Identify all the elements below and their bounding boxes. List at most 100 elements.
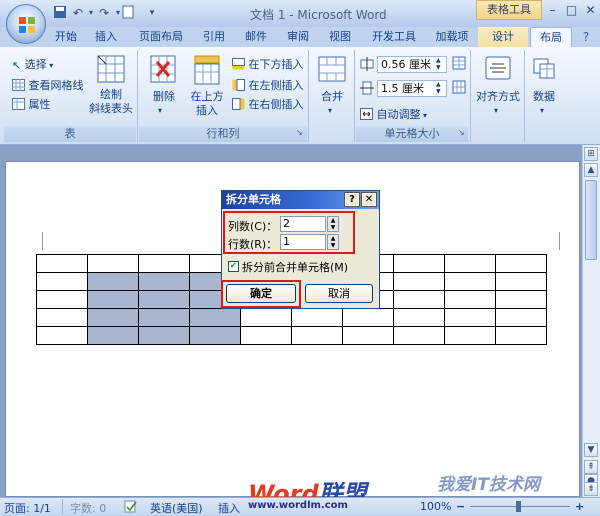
ok-button[interactable]: 确定 bbox=[226, 284, 296, 303]
rows-label: 行数(R)： bbox=[228, 238, 278, 251]
status-insert-mode[interactable]: 插入 bbox=[218, 500, 240, 516]
rows-input[interactable]: 1 bbox=[280, 234, 326, 250]
context-table-tools: 表格工具 bbox=[476, 0, 542, 20]
tab-developer[interactable]: 开发工具 bbox=[366, 27, 422, 47]
delete-table-icon[interactable] bbox=[149, 54, 177, 86]
tab-insert[interactable]: 插入 bbox=[90, 27, 122, 47]
zoom-out-icon[interactable]: − bbox=[456, 500, 465, 513]
office-button[interactable] bbox=[6, 4, 46, 44]
delete-dropdown-icon[interactable]: ▾ bbox=[158, 106, 162, 115]
tab-page-layout[interactable]: 页面布局 bbox=[134, 27, 188, 47]
help-icon[interactable]: ? bbox=[578, 30, 594, 44]
alignment-dropdown-icon[interactable]: ▾ bbox=[494, 106, 498, 115]
scroll-up-icon[interactable]: ▲ bbox=[584, 163, 598, 177]
insert-above-button[interactable]: 在上方 插入 bbox=[186, 90, 228, 118]
merge-dropdown-icon[interactable]: ▾ bbox=[328, 106, 332, 115]
proofing-icon[interactable] bbox=[124, 500, 138, 513]
insert-below-icon bbox=[232, 57, 245, 73]
zoom-in-icon[interactable]: + bbox=[575, 500, 584, 513]
group-separator bbox=[137, 50, 138, 142]
group-label-table: 表 bbox=[4, 126, 136, 142]
group-label-cell-size: 单元格大小 bbox=[356, 126, 468, 142]
tab-view[interactable]: 视图 bbox=[324, 27, 356, 47]
save-icon[interactable] bbox=[52, 5, 68, 21]
merge-before-split-checkbox[interactable]: ✔ bbox=[228, 261, 239, 272]
row-height-spinner-icon[interactable]: ▲ ▼ bbox=[436, 57, 441, 71]
scroll-thumb[interactable] bbox=[585, 180, 597, 260]
new-document-icon[interactable] bbox=[120, 5, 136, 21]
dialog-launcher-icon[interactable]: ↘ bbox=[296, 128, 303, 137]
status-divider bbox=[62, 499, 63, 514]
merge-before-split-label: 拆分前合并单元格(M) bbox=[242, 261, 349, 274]
distribute-rows-icon[interactable] bbox=[452, 56, 466, 70]
draw-diagonal-label[interactable]: 绘制 斜线表头 bbox=[88, 88, 134, 116]
column-width-spinner-icon[interactable]: ▲ ▼ bbox=[436, 81, 441, 95]
autofit-button[interactable]: 自动调整 ▾ bbox=[360, 106, 427, 123]
table-row bbox=[36, 326, 547, 345]
view-gridlines-button[interactable]: 查看网格线 bbox=[12, 77, 84, 94]
insert-left-icon bbox=[232, 78, 245, 94]
distribute-columns-icon[interactable] bbox=[452, 80, 466, 94]
cancel-button[interactable]: 取消 bbox=[305, 284, 373, 303]
tab-home[interactable]: 开始 bbox=[50, 27, 82, 47]
alignment-button[interactable]: 对齐方式 bbox=[474, 90, 522, 104]
tab-mailings[interactable]: 邮件 bbox=[240, 27, 272, 47]
insert-right-icon bbox=[232, 97, 245, 113]
draw-diagonal-icon[interactable] bbox=[97, 55, 125, 83]
insert-below-button[interactable]: 在下方插入 bbox=[232, 56, 304, 73]
group-separator bbox=[354, 50, 355, 142]
tab-layout[interactable]: 布局 bbox=[530, 27, 572, 47]
delete-button[interactable]: 删除 bbox=[145, 90, 183, 104]
dialog-close-button[interactable]: ✕ bbox=[361, 192, 377, 207]
watermark-right-brand: 我爱IT技术网 bbox=[437, 475, 540, 495]
alignment-icon[interactable] bbox=[485, 56, 511, 80]
table-row bbox=[36, 308, 547, 327]
columns-label: 列数(C)： bbox=[228, 220, 278, 233]
tab-add-ins[interactable]: 加载项 bbox=[430, 27, 474, 47]
select-button[interactable]: ↖ 选择 ▾ bbox=[12, 56, 53, 72]
cell-size-launcher-icon[interactable]: ↘ bbox=[458, 128, 465, 137]
tab-references[interactable]: 引用 bbox=[198, 27, 230, 47]
status-words[interactable]: 字数: 0 bbox=[70, 500, 106, 516]
insert-above-icon[interactable] bbox=[193, 54, 221, 86]
insert-right-button[interactable]: 在右侧插入 bbox=[232, 96, 304, 113]
previous-page-icon[interactable]: ⇞ bbox=[584, 460, 598, 474]
next-page-icon[interactable]: ⇟ bbox=[584, 482, 598, 496]
rows-spinner-icon[interactable]: ▲ ▼ bbox=[327, 234, 339, 250]
restore-icon[interactable]: □ bbox=[562, 2, 581, 19]
autofit-icon bbox=[360, 107, 373, 123]
scroll-down-icon[interactable]: ▼ bbox=[584, 443, 598, 457]
cursor-icon: ↖ bbox=[12, 58, 22, 72]
window-title: 文档 1 - Microsoft Word bbox=[250, 8, 387, 22]
gridlines-icon bbox=[12, 78, 25, 94]
data-dropdown-icon[interactable]: ▾ bbox=[540, 106, 544, 115]
column-width-icon bbox=[360, 81, 374, 95]
merge-button[interactable]: 合并 bbox=[314, 90, 350, 104]
group-separator bbox=[524, 50, 525, 142]
status-page[interactable]: 页面: 1/1 bbox=[4, 500, 51, 516]
group-separator bbox=[308, 50, 309, 142]
columns-spinner-icon[interactable]: ▲ ▼ bbox=[327, 216, 339, 232]
watermark-site: www.wordlm.com bbox=[248, 500, 348, 511]
row-height-icon bbox=[360, 57, 374, 71]
minimize-icon[interactable]: – bbox=[543, 2, 562, 19]
customize-toolbar-icon[interactable]: ▾ bbox=[144, 5, 160, 21]
tab-review[interactable]: 审阅 bbox=[282, 27, 314, 47]
columns-input[interactable]: 2 bbox=[280, 216, 326, 232]
data-button[interactable]: 数据 bbox=[526, 90, 562, 104]
ruler-toggle-icon[interactable]: ⊞ bbox=[584, 147, 598, 161]
office-logo-icon bbox=[19, 17, 35, 33]
status-language[interactable]: 英语(美国) bbox=[150, 500, 203, 516]
group-separator bbox=[470, 50, 471, 142]
zoom-slider-thumb[interactable] bbox=[516, 501, 521, 512]
close-icon[interactable]: ✕ bbox=[581, 2, 600, 19]
data-icon[interactable] bbox=[532, 56, 556, 80]
margin-mark bbox=[559, 232, 560, 250]
properties-button[interactable]: 属性 bbox=[12, 96, 51, 113]
dialog-help-button[interactable]: ? bbox=[344, 192, 360, 207]
margin-mark bbox=[42, 232, 43, 250]
status-zoom[interactable]: 100% bbox=[420, 500, 451, 513]
tab-design[interactable]: 设计 bbox=[478, 27, 528, 47]
merge-icon[interactable] bbox=[318, 56, 346, 82]
insert-left-button[interactable]: 在左侧插入 bbox=[232, 77, 304, 94]
